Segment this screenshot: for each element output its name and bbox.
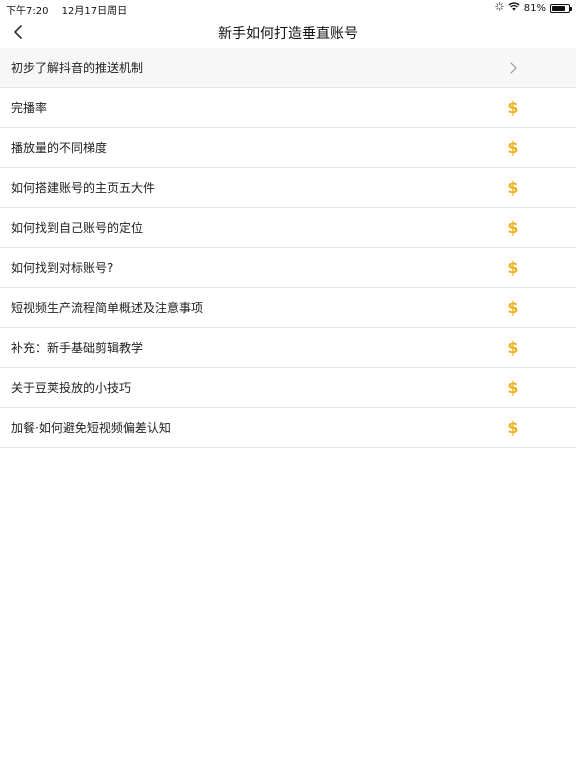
list-item[interactable]: 如何找到自己账号的定位 $ xyxy=(0,208,576,248)
battery-percent: 81% xyxy=(523,2,546,14)
list-item-label: 如何找到对标账号? xyxy=(11,261,114,275)
list-item[interactable]: 完播率 $ xyxy=(0,88,576,128)
list-item-label: 补充：新手基础剪辑教学 xyxy=(11,341,144,355)
dollar-icon: $ xyxy=(507,97,519,117)
list-item-label: 完播率 xyxy=(11,101,48,115)
lesson-list: 初步了解抖音的推送机制 完播率 $ 播放量的不同梯度 $ 如何搭建账号的主页五大件 $ 如何找… xyxy=(0,48,576,448)
nav-bar: 新手如何打造垂直账号 xyxy=(0,16,576,48)
dollar-icon: $ xyxy=(507,177,519,197)
list-item-label: 初步了解抖音的推送机制 xyxy=(11,61,144,75)
list-item-label: 加餐·如何避免短视频偏差认知 xyxy=(11,421,171,435)
page-title: 新手如何打造垂直账号 xyxy=(218,26,358,42)
dollar-icon: $ xyxy=(507,137,519,157)
list-item-label: 关于豆荚投放的小技巧 xyxy=(11,381,132,395)
wifi-icon xyxy=(508,2,520,14)
chevron-right-icon xyxy=(505,48,521,87)
loading-icon xyxy=(494,2,504,14)
dollar-icon: $ xyxy=(507,377,519,397)
list-item-label: 播放量的不同梯度 xyxy=(11,141,108,155)
battery-fill xyxy=(552,5,565,11)
list-item-label: 如何搭建账号的主页五大件 xyxy=(11,181,156,195)
list-item[interactable]: 关于豆荚投放的小技巧 $ xyxy=(0,368,576,408)
dollar-icon: $ xyxy=(507,337,519,357)
dollar-icon: $ xyxy=(507,297,519,317)
list-item[interactable]: 如何搭建账号的主页五大件 $ xyxy=(0,168,576,208)
dollar-icon: $ xyxy=(507,217,519,237)
dollar-icon: $ xyxy=(507,257,519,277)
list-item[interactable]: 播放量的不同梯度 $ xyxy=(0,128,576,168)
status-left: 下午7:20 12月17日周日 xyxy=(6,2,127,17)
list-item[interactable]: 补充：新手基础剪辑教学 $ xyxy=(0,328,576,368)
list-item-label: 短视频生产流程简单概述及注意事项 xyxy=(11,301,204,315)
dollar-icon: $ xyxy=(507,417,519,437)
battery-icon xyxy=(550,3,572,13)
list-item[interactable]: 如何找到对标账号? $ xyxy=(0,248,576,288)
list-item[interactable]: 短视频生产流程简单概述及注意事项 $ xyxy=(0,288,576,328)
status-bar: 下午7:20 12月17日周日 81% xyxy=(0,0,576,17)
list-item[interactable]: 初步了解抖音的推送机制 xyxy=(0,48,576,88)
status-right: 81% xyxy=(494,2,572,14)
list-item[interactable]: 加餐·如何避免短视频偏差认知 $ xyxy=(0,408,576,448)
list-item-label: 如何找到自己账号的定位 xyxy=(11,221,144,235)
